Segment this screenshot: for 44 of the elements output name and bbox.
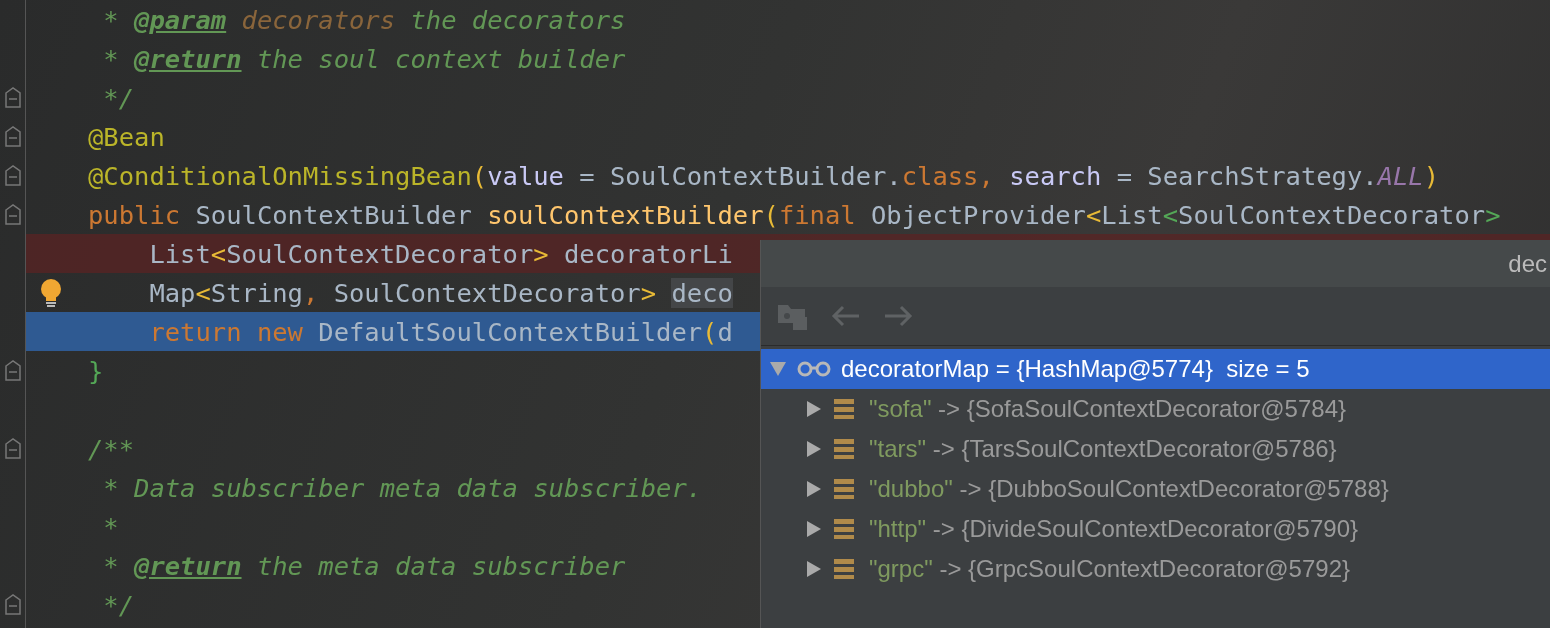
code-line: public SoulContextBuilder soulContextBuilder(final ObjectProvider<List<SoulContextDecorator> [88, 198, 1501, 232]
code-line: * @return the soul context builder [102, 42, 626, 76]
fold-icon[interactable] [3, 437, 22, 460]
expand-arrow-icon[interactable] [805, 400, 823, 418]
code-line: * @param decorators the decorators [102, 3, 626, 37]
code-line: /** [88, 432, 135, 466]
back-arrow-icon[interactable] [831, 305, 861, 327]
code-line: @ConditionalOnMissingBean(value = SoulContextBuilder.class, search = SearchStrategy.ALL) [88, 159, 1440, 193]
field-stack-icon [833, 438, 855, 460]
field-stack-icon [833, 398, 855, 420]
tree-item[interactable]: "sofa" -> {SofaSoulContextDecorator@5784} [761, 389, 1550, 429]
code-line: Map<String, SoulContextDecorator> deco [148, 276, 733, 310]
code-line: return new DefaultSoulContextBuilder(d [148, 315, 733, 349]
fold-icon[interactable] [3, 593, 22, 616]
tree-item[interactable]: "http" -> {DivideSoulContextDecorator@5790} [761, 509, 1550, 549]
expand-arrow-icon[interactable] [805, 440, 823, 458]
code-line: List<SoulContextDecorator> decoratorLi [148, 237, 733, 271]
code-line: */ [102, 81, 135, 115]
lightbulb-icon[interactable] [39, 277, 63, 308]
code-line: @Bean [88, 120, 165, 154]
fold-icon[interactable] [3, 359, 22, 382]
field-stack-icon [833, 478, 855, 500]
expand-arrow-icon[interactable] [805, 560, 823, 578]
code-line: * Data subscriber meta data subscriber. [102, 471, 703, 505]
code-line: } [88, 354, 104, 388]
fold-icon[interactable] [3, 164, 22, 187]
forward-arrow-icon[interactable] [883, 305, 913, 327]
field-stack-icon [833, 558, 855, 580]
collapse-arrow-icon[interactable] [769, 360, 787, 378]
expand-arrow-icon[interactable] [805, 480, 823, 498]
fold-icon[interactable] [3, 86, 22, 109]
code-line: * @return the meta data subscriber [102, 549, 626, 583]
popup-title: dec [1508, 249, 1547, 278]
code-line: */ [102, 588, 135, 622]
fold-icon[interactable] [3, 203, 22, 226]
tree-item[interactable]: "tars" -> {TarsSoulContextDecorator@5786} [761, 429, 1550, 469]
glasses-icon [797, 361, 831, 377]
code-line: * [102, 510, 119, 544]
fold-icon[interactable] [3, 125, 22, 148]
tree-item[interactable]: "grpc" -> {GrpcSoulContextDecorator@5792} [761, 549, 1550, 589]
expand-arrow-icon[interactable] [805, 520, 823, 538]
tree-item[interactable]: "dubbo" -> {DubboSoulContextDecorator@5788} [761, 469, 1550, 509]
tree-item[interactable]: decoratorMap = {HashMap@5774} size = 5 [761, 349, 1550, 389]
field-stack-icon [833, 518, 855, 540]
